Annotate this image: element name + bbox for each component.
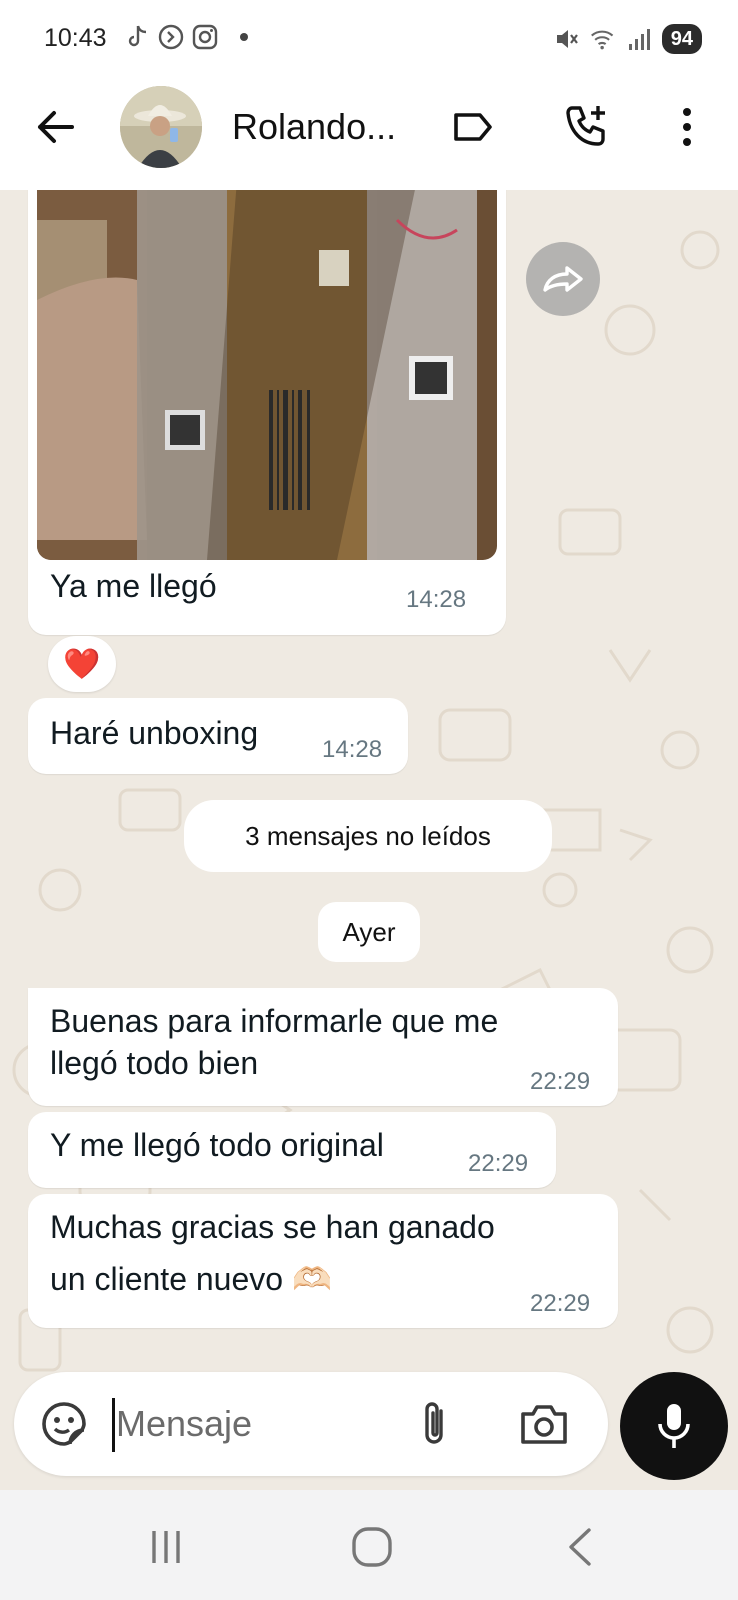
heart-reaction-icon: ❤️: [63, 647, 101, 681]
message-bubble[interactable]: Haré unboxing 14:28: [28, 698, 408, 774]
shazam-icon: [158, 24, 184, 50]
recents-icon: [152, 1531, 180, 1563]
message-time: 22:29: [468, 1150, 529, 1177]
sticker-button[interactable]: [36, 1396, 92, 1452]
back-icon: [569, 1528, 591, 1566]
message-bubble[interactable]: Buenas para informarle que me llegó todo…: [28, 988, 618, 1106]
attach-icon: [425, 1402, 443, 1444]
message-time: 22:29: [530, 1290, 591, 1317]
message-text-line: llegó todo bien: [50, 1045, 259, 1081]
unread-messages-banner: 3 mensajes no leídos: [184, 800, 552, 872]
message-text-line: un cliente nuevo 🫶🏻: [50, 1261, 332, 1297]
status-left-icons: [124, 24, 248, 50]
message-input-bar: [14, 1372, 608, 1476]
message-photo[interactable]: [37, 190, 497, 560]
chat-header: Rolando...: [0, 80, 738, 190]
back-arrow-icon: [38, 111, 74, 143]
status-right-icons: 94: [554, 24, 702, 54]
wifi-icon: [590, 26, 616, 52]
add-call-icon: [566, 106, 605, 146]
package-photo: [37, 190, 497, 560]
message-time: 14:28: [406, 586, 467, 613]
forward-icon: [543, 266, 583, 292]
date-divider: Ayer: [318, 902, 420, 962]
notification-dot: [240, 33, 248, 41]
mic-icon: [658, 1404, 690, 1448]
home-icon: [352, 1527, 392, 1567]
recents-button[interactable]: [136, 1522, 196, 1572]
message-input[interactable]: [116, 1394, 416, 1454]
message-time: 14:28: [322, 736, 383, 763]
contact-name[interactable]: Rolando...: [232, 106, 396, 148]
message-text-line: Muchas gracias se han ganado: [50, 1209, 495, 1245]
camera-icon: [521, 1405, 567, 1444]
home-button[interactable]: [342, 1522, 402, 1572]
instagram-icon: [192, 24, 218, 50]
forward-button[interactable]: [526, 242, 600, 316]
message-bubble[interactable]: Y me llegó todo original 22:29: [28, 1112, 556, 1188]
image-caption: Ya me llegó: [50, 568, 217, 604]
message-text: Y me llegó todo original: [50, 1127, 384, 1163]
message-text: Haré unboxing: [50, 715, 259, 751]
back-button[interactable]: [30, 102, 80, 152]
add-call-button[interactable]: [560, 100, 614, 154]
voice-record-button[interactable]: [620, 1372, 728, 1480]
status-bar: 10:43 94: [0, 0, 738, 80]
text-cursor: [112, 1398, 115, 1452]
battery-badge: 94: [661, 24, 702, 54]
image-message-bubble[interactable]: Ya me llegó 14:28: [28, 190, 506, 635]
label-button[interactable]: [446, 100, 500, 154]
reaction-badge[interactable]: ❤️: [48, 636, 116, 692]
system-nav-bar: [0, 1490, 738, 1600]
more-vert-icon: [683, 108, 691, 146]
attach-button[interactable]: [406, 1396, 462, 1452]
label-tag-icon: [454, 113, 492, 141]
message-time: 22:29: [530, 1068, 591, 1095]
contact-avatar[interactable]: [120, 86, 202, 168]
more-options-button[interactable]: [660, 100, 714, 154]
chat-area[interactable]: Ya me llegó 14:28 ❤️ Haré unboxing 14:28…: [0, 190, 738, 1490]
status-time: 10:43: [44, 24, 107, 52]
sticker-icon: [42, 1402, 86, 1446]
message-bubble[interactable]: Muchas gracias se han ganado un cliente …: [28, 1194, 618, 1328]
signal-icon: [626, 26, 652, 52]
tiktok-icon: [124, 24, 150, 50]
avatar-image: [120, 86, 202, 168]
mute-icon: [554, 26, 580, 52]
camera-button[interactable]: [516, 1396, 572, 1452]
nav-back-button[interactable]: [550, 1522, 610, 1572]
message-text-line: Buenas para informarle que me: [50, 1003, 499, 1039]
